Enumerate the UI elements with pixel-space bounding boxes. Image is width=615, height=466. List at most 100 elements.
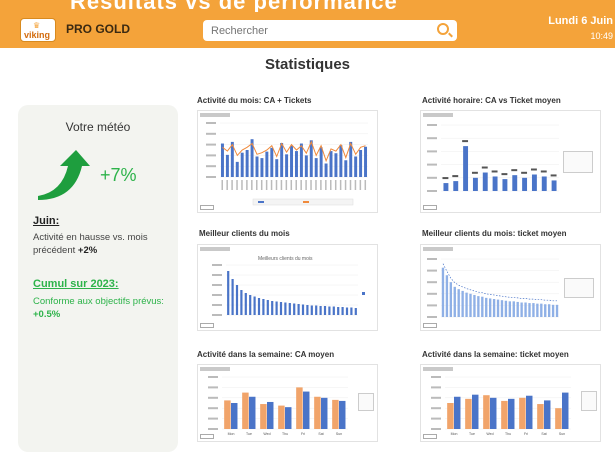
chart4-bar — [445, 275, 449, 317]
chart1-tick-label — [206, 165, 216, 168]
chart6-tick-label — [431, 407, 441, 410]
chart4-bar — [481, 296, 484, 317]
chart1-x-tick-label — [334, 180, 337, 190]
chart3-bar — [345, 307, 349, 315]
chart4-filter[interactable] — [423, 323, 437, 328]
chart2-data-label — [491, 170, 498, 173]
chart5-filter[interactable] — [200, 434, 214, 439]
chart4-bar — [453, 286, 456, 317]
chart6-filter[interactable] — [423, 434, 437, 439]
chart1-bar — [304, 155, 308, 177]
chart4-bar — [500, 300, 504, 317]
chart1-x-tick-label — [231, 180, 233, 190]
chart2-bar — [531, 174, 537, 191]
chart1-tick-label — [206, 132, 216, 135]
chart3-bar — [240, 290, 243, 315]
chart3-bar — [315, 305, 318, 315]
current-time: 10:49 — [590, 31, 613, 41]
chart6-bar-series2 — [526, 395, 533, 429]
crown-icon: ♛ — [33, 21, 41, 30]
chart4-bar — [441, 267, 445, 317]
chart1-filter[interactable] — [200, 205, 214, 210]
chart1-x-tick-label — [359, 180, 362, 190]
chart1-tick-label — [206, 143, 216, 146]
chart1-bar — [294, 151, 298, 177]
chart2-panel[interactable] — [420, 110, 601, 213]
chart5-svg: Mon Tue Wed Thu Fri Sat Sun — [208, 376, 348, 436]
chart3-tick-label — [212, 274, 222, 276]
chart1-tick-label — [206, 122, 216, 124]
chart6-bar-series1 — [483, 395, 490, 429]
chart5-tick-label — [208, 417, 218, 420]
chart6-x-tick-label: Sun — [559, 432, 565, 436]
chart2-bar — [443, 183, 449, 191]
chart3-filter[interactable] — [200, 323, 214, 328]
chart5-bar-series1 — [314, 396, 321, 429]
chart4-bar — [469, 293, 472, 317]
chart3-bar — [284, 302, 287, 315]
chart4-bar — [551, 304, 555, 317]
page-title: Statistiques — [264, 56, 351, 73]
chart2-bar — [512, 175, 518, 191]
chart4-bar — [508, 301, 512, 317]
chart6-svg: Mon Tue Wed Thu Fri Sat Sun — [431, 376, 571, 436]
chart5-bar-series1 — [224, 400, 231, 429]
search-input[interactable] — [203, 20, 423, 41]
chart1-x-tick-label — [364, 180, 367, 190]
chart4-panel[interactable] — [420, 244, 601, 331]
chart4-tick-label — [427, 304, 437, 307]
chart1-x-tick-label — [270, 180, 273, 190]
chart1-panel[interactable] — [197, 110, 378, 213]
chart1-bar — [334, 153, 338, 177]
chart3-bar — [341, 307, 344, 315]
chart2-bar — [482, 172, 488, 191]
chart5-panel[interactable]: Mon Tue Wed Thu Fri Sat Sun — [197, 364, 378, 442]
chart2-data-label — [521, 171, 528, 174]
chart1-x-tick-label — [236, 180, 238, 190]
chart3-bar — [323, 306, 327, 315]
chart4-bar — [544, 304, 547, 317]
chart2-data-label — [530, 168, 537, 171]
chart3-tick-label — [212, 314, 222, 316]
chart5-tick-label — [208, 396, 218, 399]
chart4-bar — [477, 296, 480, 317]
chart3-tick-label — [212, 284, 222, 286]
chart1-legend-swatch — [258, 201, 264, 203]
chart3-bar — [288, 303, 291, 315]
chart2-bar — [502, 179, 508, 191]
chart2-data-label — [540, 170, 547, 173]
chart3-panel[interactable]: Meilleurs clients du mois — [197, 244, 378, 331]
search-icon[interactable] — [437, 23, 449, 35]
chart5-bar-series1 — [242, 392, 249, 429]
chart1-x-tick-label — [226, 180, 228, 190]
chart2-legend — [563, 151, 593, 173]
weather-panel: Votre météo +7% Juin: Activité en hausse… — [18, 105, 178, 452]
chart1-bar — [260, 158, 264, 177]
chart1-bar — [344, 160, 348, 177]
chart5-x-tick-label: Sun — [336, 432, 342, 436]
chart4-bar — [528, 303, 531, 317]
search-box[interactable] — [203, 20, 457, 41]
chart2-bar — [541, 176, 547, 191]
chart5-x-tick-label: Fri — [301, 432, 305, 436]
chart6-tick-label — [431, 428, 441, 430]
chart4-tick-label — [427, 258, 437, 260]
chart1-x-tick-label — [221, 180, 223, 190]
chart1-x-tick-label — [265, 180, 268, 190]
chart5-legend — [358, 393, 374, 411]
chart4-bar — [540, 303, 543, 317]
chart3-bar — [266, 300, 269, 315]
chart2-filter[interactable] — [423, 205, 437, 210]
chart4-bar — [555, 304, 559, 317]
chart3-bar — [262, 299, 265, 315]
chart6-panel[interactable]: Mon Tue Wed Thu Fri Sat Sun — [420, 364, 601, 442]
chart6-bar-series1 — [519, 397, 526, 429]
chart2-title: Activité horaire: CA vs Ticket moyen — [422, 96, 561, 105]
viking-logo[interactable]: ♛ viking — [20, 18, 56, 42]
chart1-bar — [275, 159, 279, 177]
chart1-bar — [319, 147, 323, 177]
chart2-bar — [551, 180, 557, 191]
chart5-bar-series2 — [321, 397, 328, 429]
chart1-bar — [329, 151, 333, 177]
chart6-x-tick-label: Wed — [486, 432, 493, 436]
